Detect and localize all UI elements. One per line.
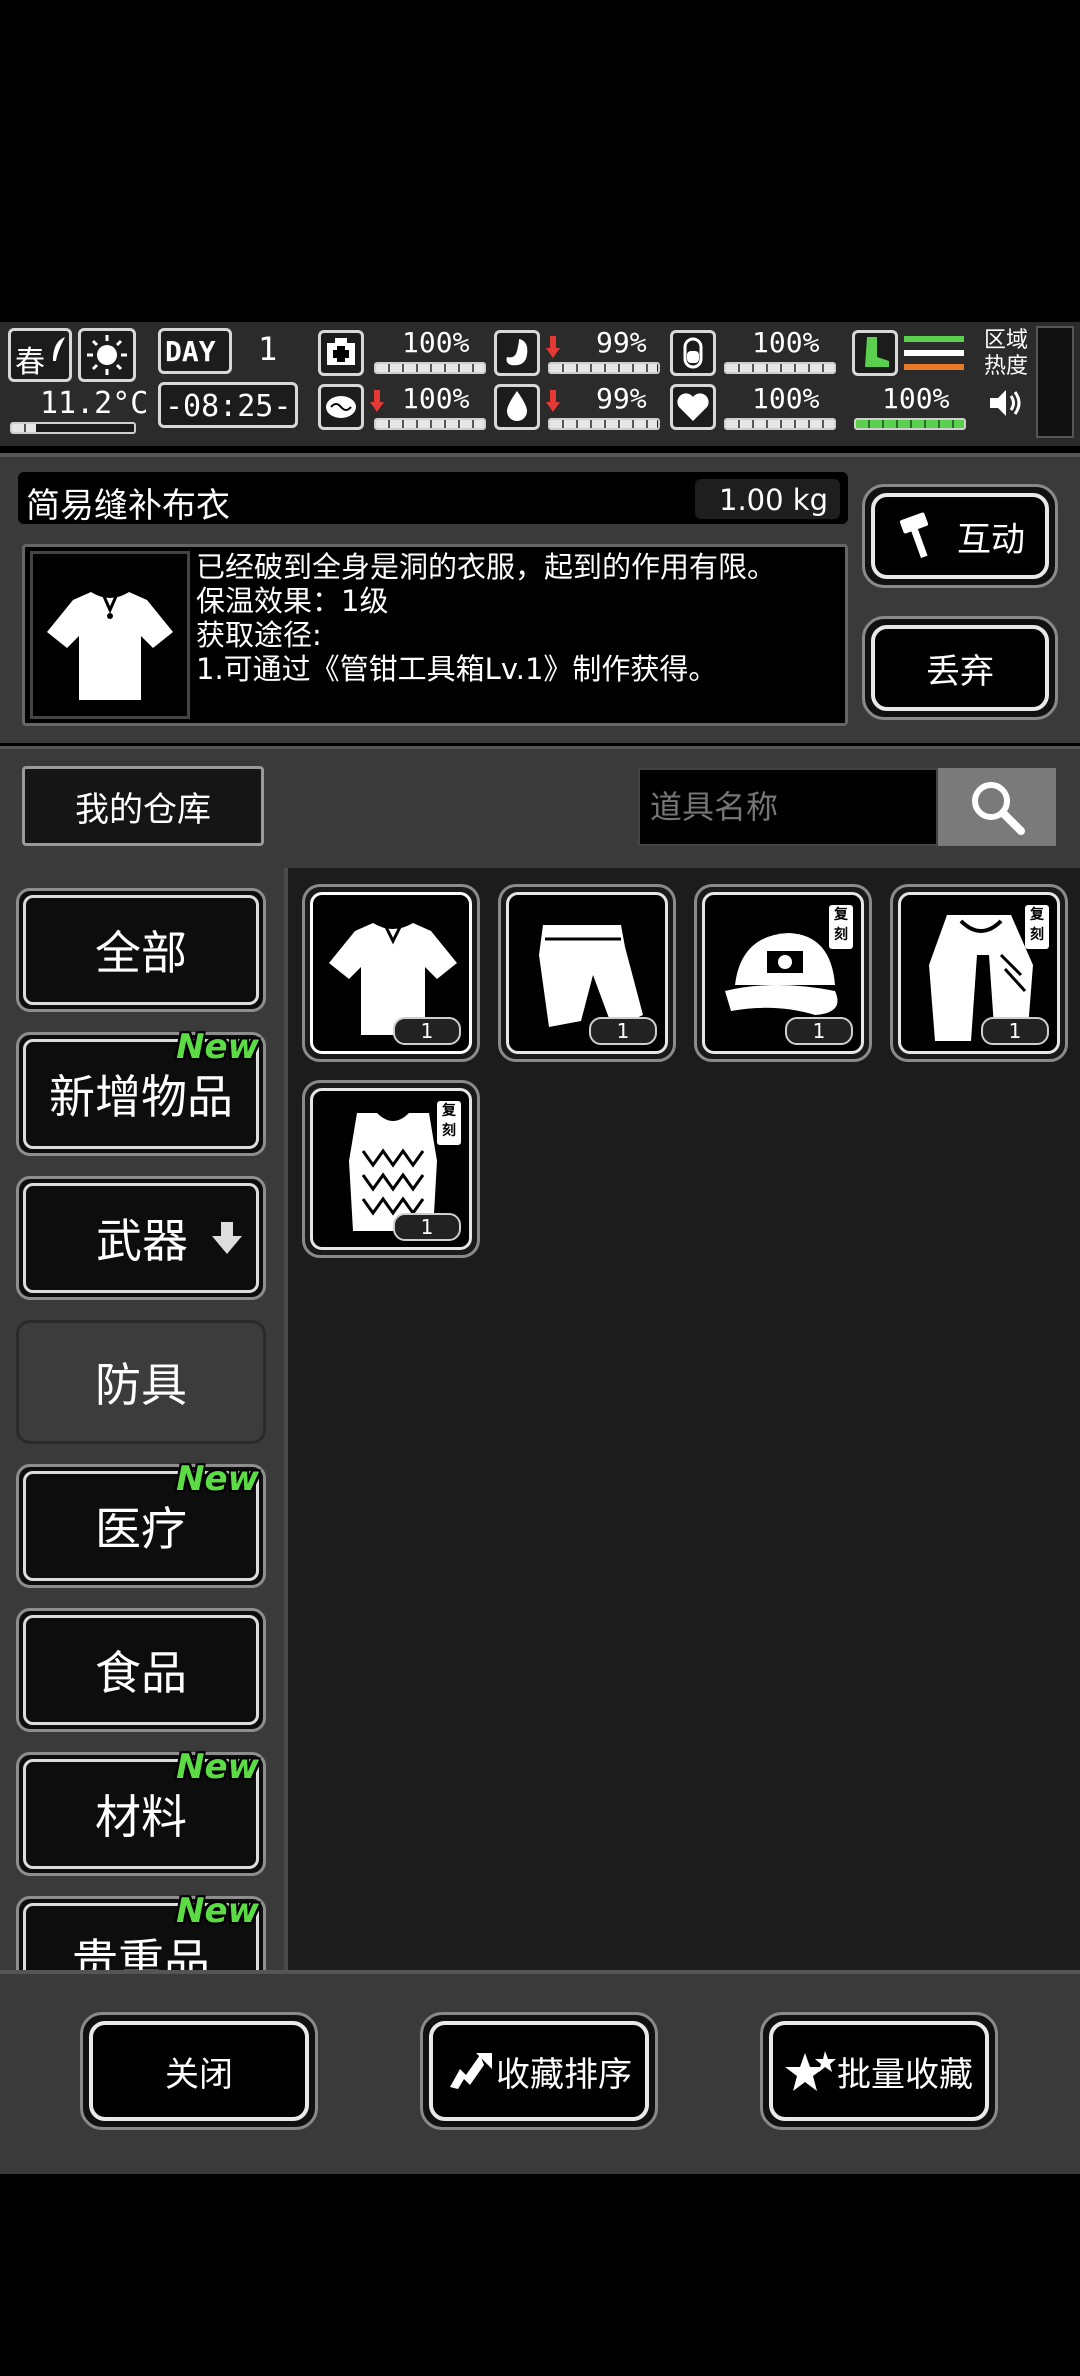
new-badge: New [176,1891,259,1931]
water-drop-icon [494,384,540,430]
desc-line: 获取途径: [196,618,322,652]
item-count: 1 [393,1213,461,1241]
stars-icon [785,2051,836,2091]
category-materials[interactable]: 材料 New [16,1747,266,1876]
water-decline-arrow [546,390,560,412]
favorite-sort-button[interactable]: 收藏排序 [420,2012,658,2130]
stomach-decline-arrow [546,336,560,358]
stomach-bar [548,362,660,374]
replica-badge: 复刻 [829,905,853,949]
category-sidebar: 全部 新增物品 New 武器 防具 医疗 New 食品 材料 New 贵重品 N… [0,868,284,1970]
item-search-input[interactable] [638,768,938,846]
item-count: 1 [785,1017,853,1045]
mood-bar [724,418,836,430]
category-new-items[interactable]: 新增物品 New [16,1027,266,1156]
stamina-bar [724,362,836,374]
favorite-sort-label: 收藏排序 [496,2054,632,2095]
zone-heat-meter [1036,326,1074,438]
water-value: 99% [596,382,647,415]
water-bar [548,418,660,430]
status-hud: 春 11.2°C DAY 1 -08:25- 100% 100% 99% 99%… [0,322,1080,446]
arrow-down-icon [212,1222,242,1254]
desc-line: 1.可通过《管钳工具箱Lv.1》制作获得。 [196,652,718,686]
category-weapons[interactable]: 武器 [16,1176,266,1300]
stomach-value: 99% [596,326,647,359]
item-count: 1 [981,1017,1049,1045]
item-grid: 1 1 复刻 1 复刻 1 复刻 1 [284,868,1080,1970]
batch-favorite-label: 批量收藏 [837,2054,973,2095]
feather-icon [53,337,65,361]
new-badge: New [176,1027,259,1067]
category-all[interactable]: 全部 [16,888,266,1012]
season-box: 春 [8,328,72,382]
energy-value: 100% [882,382,950,415]
hammer-icon [899,512,929,559]
stamina-value: 100% [752,326,820,359]
category-label: 食品 [23,1615,259,1725]
item-weight: 1.00 kg [695,479,840,519]
clock-time: -08:25- [165,389,292,424]
replica-badge: 复刻 [437,1101,461,1145]
day-badge: DAY [158,328,232,374]
energy-bar [854,418,966,430]
sun-icon [78,328,136,382]
search-icon [972,782,1025,835]
search-button[interactable] [938,768,1056,846]
mood-value: 100% [752,382,820,415]
desc-line: 已经破到全身是洞的衣服，起到的作用有限。 [196,550,777,584]
item-description: 已经破到全身是洞的衣服，起到的作用有限。 保温效果：1级 获取途径: 1.可通过… [196,550,776,686]
medkit-icon [318,330,364,376]
new-badge: New [176,1747,259,1787]
interact-button[interactable]: 互动 [862,484,1058,588]
speaker-icon[interactable] [988,388,1024,418]
brain-decline-arrow [370,390,384,412]
replica-badge: 复刻 [1025,905,1049,949]
brain-value: 100% [402,382,470,415]
clock: -08:25- [158,382,298,428]
health-value: 100% [402,326,470,359]
boot-icon [852,330,898,376]
item-slot[interactable]: 复刻 1 [302,1080,480,1258]
new-badge: New [176,1459,259,1499]
interact-label: 互动 [957,519,1025,560]
category-armor[interactable]: 防具 [16,1320,266,1444]
item-slot[interactable]: 1 [302,884,480,1062]
item-slot[interactable]: 复刻 1 [694,884,872,1062]
desc-line: 保温效果：1级 [196,584,389,618]
zone-heat-label: 区域热度 [984,328,1029,379]
brain-icon [318,384,364,430]
item-slot[interactable]: 复刻 1 [890,884,1068,1062]
item-slot[interactable]: 1 [498,884,676,1062]
brain-bar [374,418,486,430]
swap-arrows-icon [450,2053,492,2089]
category-valuables[interactable]: 贵重品 New [16,1891,266,1970]
energy-stripe [904,350,964,356]
category-label: 武器 [96,1214,188,1268]
energy-stripe [904,336,964,342]
item-count: 1 [393,1017,461,1045]
heart-icon [670,384,716,430]
category-label: 防具 [23,1327,259,1437]
discard-button[interactable]: 丢弃 [862,616,1058,720]
category-medical[interactable]: 医疗 New [16,1459,266,1588]
batch-favorite-button[interactable]: 批量收藏 [760,2012,998,2130]
warehouse-title: 我的仓库 [22,766,264,846]
day-counter: 1 [258,330,278,368]
stamina-icon [670,330,716,376]
category-food[interactable]: 食品 [16,1608,266,1732]
temperature-bar [10,422,136,434]
health-bar [374,362,486,374]
item-name: 简易缝补布衣 [26,486,230,526]
discard-label: 丢弃 [926,651,994,692]
season-label: 春 [15,345,45,380]
close-button[interactable]: 关闭 [80,2012,318,2130]
shirt-icon [30,551,190,719]
item-count: 1 [589,1017,657,1045]
energy-stripe [904,364,964,370]
temperature-readout: 11.2°C [40,386,149,421]
stomach-icon [494,330,540,376]
category-label: 全部 [23,895,259,1005]
close-label: 关闭 [165,2054,233,2095]
